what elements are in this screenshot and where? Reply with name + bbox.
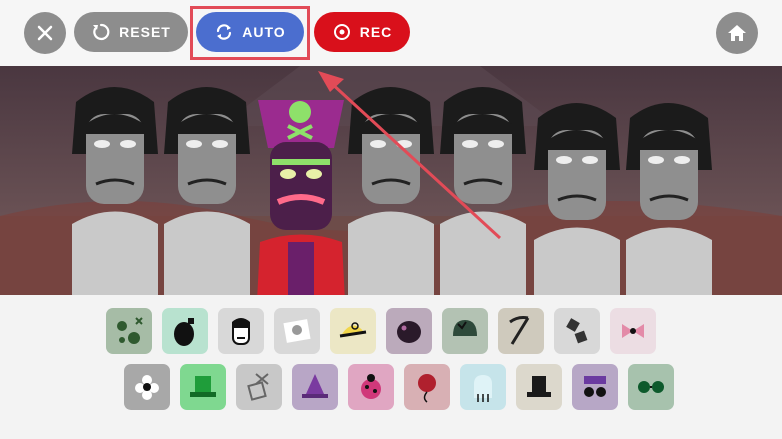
- reset-label: RESET: [119, 24, 171, 40]
- crossed-box-icon[interactable]: [236, 364, 282, 410]
- hammers-icon[interactable]: [554, 308, 600, 354]
- skull-note-icon[interactable]: [274, 308, 320, 354]
- rec-label: REC: [359, 24, 393, 40]
- reset-button[interactable]: RESET: [74, 12, 188, 52]
- performer-1[interactable]: [72, 87, 158, 295]
- stage-scene: [0, 66, 782, 295]
- performer-7[interactable]: [626, 103, 712, 295]
- record-icon: [333, 24, 350, 40]
- bubbles-icon[interactable]: [106, 308, 152, 354]
- performer-4[interactable]: [348, 87, 434, 295]
- close-button[interactable]: [24, 12, 66, 54]
- bow-icon[interactable]: [610, 308, 656, 354]
- scythe-icon[interactable]: [498, 308, 544, 354]
- flower-icon[interactable]: [124, 364, 170, 410]
- home-button[interactable]: [716, 12, 758, 54]
- helmet-icon[interactable]: [442, 308, 488, 354]
- home-icon: [728, 25, 746, 41]
- top-toolbar: RESET AUTO REC: [0, 0, 782, 66]
- witch-hat-icon[interactable]: [292, 364, 338, 410]
- performers-group: [72, 87, 712, 295]
- ghost-icon[interactable]: [460, 364, 506, 410]
- cap-icon[interactable]: [330, 308, 376, 354]
- green-hat-icon[interactable]: [180, 364, 226, 410]
- close-icon: [37, 25, 53, 41]
- bomb-icon[interactable]: [162, 308, 208, 354]
- rec-button[interactable]: REC: [314, 12, 410, 52]
- face-icon[interactable]: [218, 308, 264, 354]
- balloon-icon[interactable]: [404, 364, 450, 410]
- performer-2[interactable]: [164, 87, 250, 295]
- top-hat-icon[interactable]: [516, 364, 562, 410]
- annotation-highlight-box: [190, 6, 310, 60]
- performer-6[interactable]: [534, 103, 620, 295]
- ladybug-icon[interactable]: [348, 364, 394, 410]
- reset-icon: [93, 23, 110, 41]
- green-glasses-icon[interactable]: [628, 364, 674, 410]
- blob-icon[interactable]: [386, 308, 432, 354]
- performer-5[interactable]: [440, 87, 526, 295]
- sound-tray: [0, 295, 782, 439]
- pirate-performer-3[interactable]: [256, 100, 346, 295]
- goggles-hat-icon[interactable]: [572, 364, 618, 410]
